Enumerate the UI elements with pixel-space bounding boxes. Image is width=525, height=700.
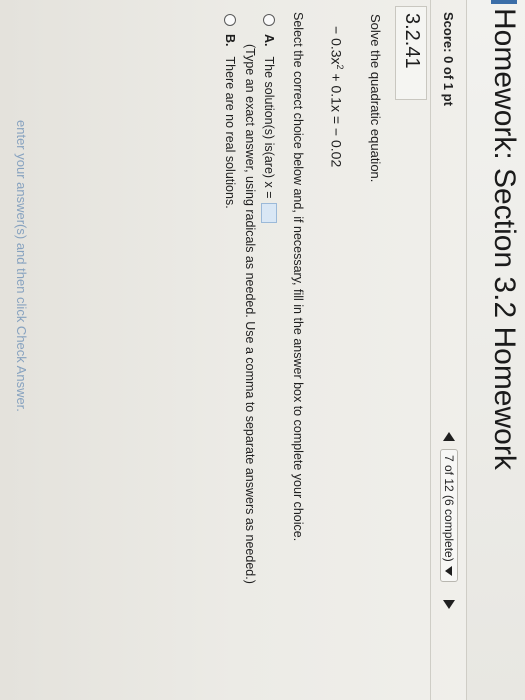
title-bar: Homework: Section 3.2 Homework [466,0,525,700]
question-navigation: 7 of 12 (6 complete) [439,432,459,609]
question-progress-select[interactable]: 7 of 12 (6 complete) [440,449,458,582]
choice-a-note: (Type an exact answer, using radicals as… [243,44,257,584]
page-title: Homework: Section 3.2 Homework [488,8,521,470]
choice-b-letter: B. [223,34,237,47]
equation: − 0.3x2 + 0.1x = − 0.02 [328,26,345,167]
footer-hint: enter your answer(s) and then click Chec… [14,120,29,412]
answer-input-box[interactable] [261,202,277,223]
choice-a[interactable]: A. The solution(s) is(are) x = [261,14,277,223]
homework-screen: Homework: Section 3.2 Homework Score: 0 … [0,0,525,700]
title-accent-mark [491,0,517,4]
question-number: 3.2.41 [401,13,423,69]
equation-left: − 0.3x [328,26,345,65]
choice-a-letter: A. [262,34,276,47]
progress-label: 7 of 12 (6 complete) [442,455,456,562]
question-number-box: 3.2.41 [395,6,427,100]
choice-b-text: There are no real solutions. [223,56,237,209]
choice-b[interactable]: B. There are no real solutions. [223,14,237,209]
equation-right: + 0.1x = − 0.02 [328,69,345,168]
chevron-down-icon [445,565,453,576]
previous-question-icon[interactable] [443,432,455,441]
choice-a-text: The solution(s) is(are) x = [262,56,276,199]
choice-b-radio[interactable] [224,14,236,26]
score-label: Score: 0 of 1 pt [441,12,456,106]
choice-a-radio[interactable] [263,14,275,26]
select-instruction: Select the correct choice below and, if … [291,12,305,542]
next-question-icon[interactable] [443,599,455,609]
question-instruction: Solve the quadratic equation. [368,14,383,183]
score-row: Score: 0 of 1 pt 7 of 12 (6 complete) [430,0,467,700]
